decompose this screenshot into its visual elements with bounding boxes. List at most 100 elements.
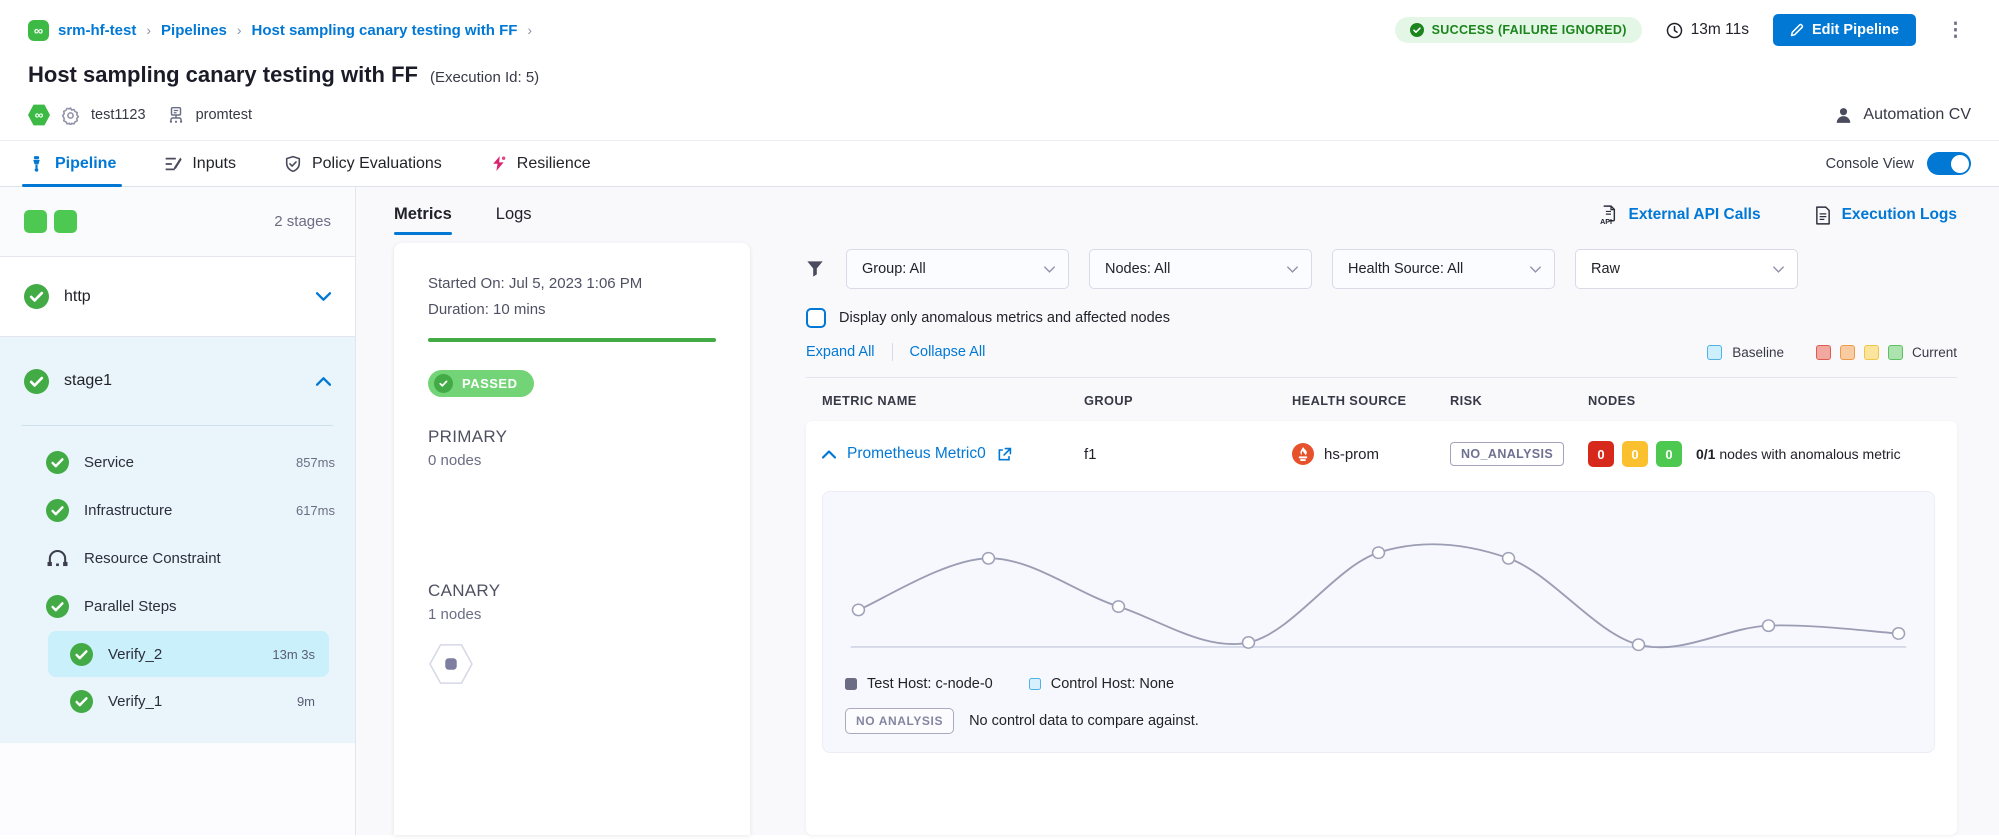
breadcrumb-separator: › [145,22,152,38]
sidebar-stage1-section: stage1 Service 857ms [0,337,355,743]
edit-pipeline-button[interactable]: Edit Pipeline [1773,14,1916,46]
step-service[interactable]: Service 857ms [0,438,355,486]
sidebar-stage-stage1[interactable]: stage1 [0,337,355,425]
filter-icon[interactable] [806,260,824,278]
gear-icon [61,106,80,125]
canary-node-hexagon[interactable] [428,643,474,685]
tab-policy-evaluations[interactable]: Policy Evaluations [284,141,442,186]
chevron-down-icon [1773,266,1784,273]
tab-logs[interactable]: Logs [496,205,532,235]
breadcrumb: ∞ srm-hf-test › Pipelines › Host samplin… [28,14,1971,46]
step-infrastructure[interactable]: Infrastructure 617ms [0,486,355,534]
triggered-by-user: Automation CV [1863,106,1971,124]
current-yellow-swatch [1864,345,1879,360]
log-document-icon [1815,206,1831,225]
control-host-label: Control Host: None [1051,676,1174,692]
barrier-icon [46,548,69,568]
verify-summary-card: Started On: Jul 5, 2023 1:06 PM Duration… [394,243,750,835]
external-api-calls-link[interactable]: API External API Calls [1600,205,1761,225]
started-on: Started On: Jul 5, 2023 1:06 PM [428,275,716,292]
nodes-filter-dropdown[interactable]: Nodes: All [1089,249,1312,289]
step-verify-1[interactable]: Verify_1 9m [48,678,329,724]
risk-badge: NO_ANALYSIS [1450,442,1564,466]
tab-inputs[interactable]: Inputs [164,141,236,186]
metric-row: Prometheus Metric0 f1 hs-prom NO_ANALYSI [822,421,1935,483]
console-view-toggle[interactable] [1927,152,1971,175]
tab-resilience[interactable]: Resilience [490,141,591,186]
no-analysis-badge: NO ANALYSIS [845,708,954,734]
breadcrumb-pipeline-name[interactable]: Host sampling canary testing with FF [252,22,518,39]
divider [892,343,893,361]
step-duration: 617ms [296,503,335,518]
tab-pipeline[interactable]: Pipeline [28,141,116,186]
metric-chart[interactable] [845,520,1912,658]
stages-sidebar: 2 stages http stage1 [0,187,356,835]
collapse-all-link[interactable]: Collapse All [910,344,986,360]
breadcrumb-project[interactable]: srm-hf-test [58,22,136,39]
col-nodes: NODES [1588,393,1957,408]
stage-square-icon [24,210,47,233]
verify-progress-bar [428,338,716,342]
col-risk: RISK [1450,393,1588,408]
health-source-filter-dropdown[interactable]: Health Source: All [1332,249,1555,289]
anomalous-only-checkbox[interactable] [806,308,826,328]
elapsed-time: 13m 11s [1666,21,1749,39]
check-circle-icon [1410,23,1424,37]
service-name[interactable]: test1123 [91,107,146,123]
connector-name[interactable]: promtest [196,107,252,123]
control-host-swatch [1029,678,1041,690]
metric-row-card: Prometheus Metric0 f1 hs-prom NO_ANALYSI [806,421,1957,835]
col-health-source: HEALTH SOURCE [1292,393,1450,408]
inputs-icon [164,155,182,173]
step-duration: 13m 3s [272,647,315,662]
metrics-table-header: METRIC NAME GROUP HEALTH SOURCE RISK NOD… [806,377,1957,421]
chevron-up-icon[interactable] [316,377,331,386]
breadcrumb-pipelines[interactable]: Pipelines [161,22,227,39]
execution-id: (Execution Id: 5) [430,69,539,86]
group-filter-dropdown[interactable]: Group: All [846,249,1069,289]
breadcrumb-separator: › [526,22,533,38]
chevron-down-icon [1287,266,1298,273]
stage-count-row: 2 stages [0,187,355,257]
current-orange-swatch [1840,345,1855,360]
red-node-count: 0 [1588,441,1614,467]
execution-logs-link[interactable]: Execution Logs [1815,205,1957,225]
console-view-label: Console View [1826,156,1914,172]
no-analysis-message: No control data to compare against. [969,713,1199,729]
step-duration: 857ms [296,455,335,470]
clock-icon [1666,22,1683,39]
success-check-icon [46,499,69,522]
yellow-node-count: 0 [1622,441,1648,467]
collapse-chevron-up-icon[interactable] [822,450,836,459]
shield-check-icon [284,155,302,173]
chevron-down-icon[interactable] [316,292,331,301]
success-check-icon [46,595,69,618]
step-parallel-steps[interactable]: Parallel Steps [0,582,355,630]
expand-all-link[interactable]: Expand All [806,344,875,360]
chevron-down-icon [1530,266,1541,273]
chart-color-legend: Baseline Current [1707,345,1957,360]
external-link-icon[interactable] [997,447,1012,462]
step-verify-2[interactable]: Verify_2 13m 3s [48,631,329,677]
metric-name-link[interactable]: Prometheus Metric0 [847,445,986,463]
col-metric-name: METRIC NAME [822,393,1084,408]
resilience-icon [490,155,507,172]
col-group: GROUP [1084,393,1292,408]
metric-group: f1 [1084,446,1292,463]
step-resource-constraint[interactable]: Resource Constraint [0,534,355,582]
page-title: Host sampling canary testing with FF [28,62,418,88]
tab-metrics[interactable]: Metrics [394,205,452,235]
prometheus-icon [1292,443,1314,465]
green-node-count: 0 [1656,441,1682,467]
pipeline-icon [28,155,45,172]
verify-summary-panel: Metrics Logs Started On: Jul 5, 2023 1:0… [356,187,776,835]
sidebar-stage-http[interactable]: http [0,257,355,337]
view-mode-dropdown[interactable]: Raw [1575,249,1798,289]
success-check-icon [24,284,49,309]
current-red-swatch [1816,345,1831,360]
check-icon [434,374,453,393]
verify-status-badge: PASSED [428,370,534,397]
host-legend: Test Host: c-node-0 Control Host: None [845,676,1912,692]
more-options-icon[interactable]: ⋮ [1940,19,1971,42]
metric-chart-panel: Test Host: c-node-0 Control Host: None N… [822,491,1935,753]
